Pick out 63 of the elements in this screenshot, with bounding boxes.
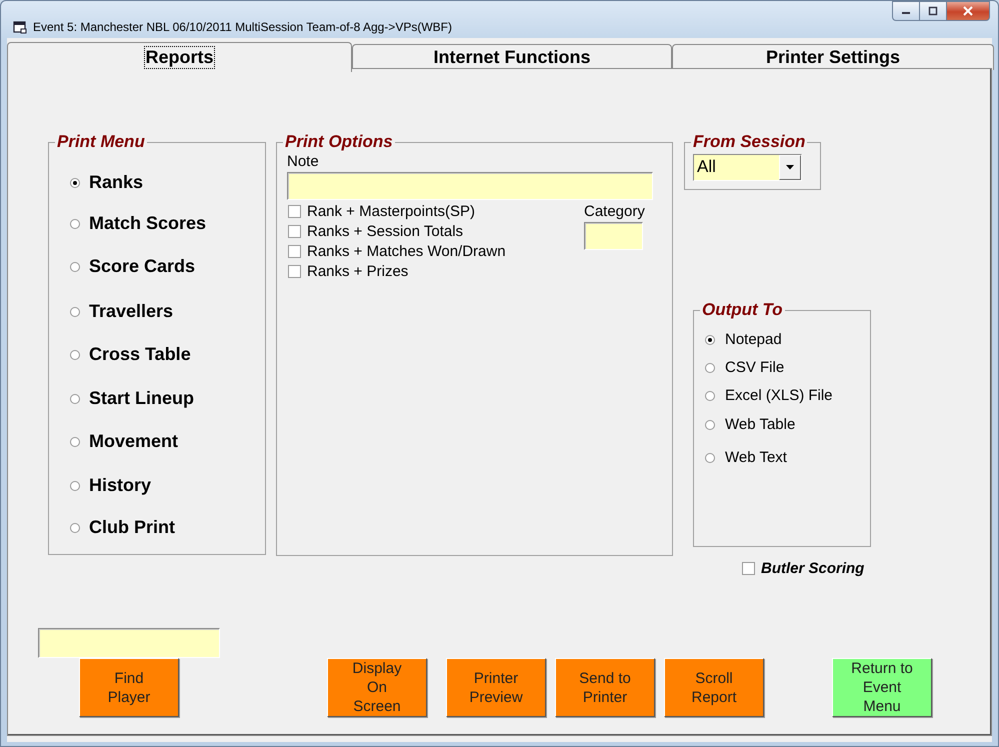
radio-button[interactable] [705,390,715,400]
radio-button[interactable] [70,178,80,188]
window-title: Event 5: Manchester NBL 06/10/2011 MultiSession Team-of-8 Agg->VPs(WBF) [33,20,452,34]
app-icon [13,20,27,34]
category-label: Category [584,203,645,220]
action-button[interactable]: Find Player [79,658,179,717]
action-button[interactable]: Display On Screen [327,658,427,717]
radio-button[interactable] [70,436,80,446]
radio-label[interactable]: Cross Table [89,344,191,365]
radio-button[interactable] [70,350,80,360]
checkbox-label[interactable]: Butler Scoring [761,560,864,577]
group-title: Print Options [283,132,395,152]
radio-button[interactable] [70,306,80,316]
session-dropdown[interactable]: All [693,154,802,181]
action-button[interactable]: Send to Printer [555,658,655,717]
radio-button[interactable] [705,334,715,344]
radio-label[interactable]: Web Table [725,416,796,433]
maximize-button[interactable] [919,1,946,21]
radio-button[interactable] [705,362,715,372]
note-field[interactable] [287,172,653,200]
action-button[interactable]: Printer Preview [446,658,546,717]
checkbox[interactable] [742,562,755,575]
group-title: Output To [700,300,785,320]
checkbox-label[interactable]: Rank + Masterpoints(SP) [307,203,475,220]
radio-label[interactable]: Notepad [725,331,782,348]
action-button[interactable]: Scroll Report [664,658,764,717]
radio-label[interactable]: History [89,475,152,496]
radio-label[interactable]: Ranks [89,172,144,193]
radio-button[interactable] [705,420,715,430]
minimize-button[interactable] [892,1,919,21]
radio-button[interactable] [70,262,80,272]
radio-button[interactable] [705,452,715,462]
checkbox[interactable] [288,265,301,278]
tab[interactable]: Reports [7,42,352,72]
close-button[interactable] [946,1,990,21]
radio-button[interactable] [70,218,80,228]
radio-button[interactable] [70,522,80,532]
radio-label[interactable]: Club Print [89,517,175,538]
close-icon [962,6,974,16]
category-field[interactable] [584,222,643,250]
radio-label[interactable]: CSV File [725,359,784,376]
radio-label[interactable]: Web Text [725,449,787,466]
dropdown-arrow-icon[interactable] [786,165,794,170]
note-label: Note [287,153,319,170]
tab[interactable]: Printer Settings [672,44,994,70]
player-search-field[interactable] [38,628,220,658]
radio-label[interactable]: Movement [89,431,178,452]
checkbox[interactable] [288,205,301,218]
radio-label[interactable]: Score Cards [89,256,196,277]
checkbox[interactable] [288,225,301,238]
checkbox-label[interactable]: Ranks + Prizes [307,263,408,280]
radio-label[interactable]: Excel (XLS) File [725,387,833,404]
radio-label[interactable]: Travellers [89,301,174,322]
tab[interactable]: Internet Functions [352,44,672,70]
radio-button[interactable] [70,394,80,404]
radio-button[interactable] [70,480,80,490]
radio-label[interactable]: Match Scores [89,213,206,234]
maximize-icon [928,6,938,16]
action-button[interactable]: Return to Event Menu [832,658,932,717]
radio-label[interactable]: Start Lineup [89,388,194,409]
checkbox[interactable] [288,245,301,258]
checkbox-label[interactable]: Ranks + Session Totals [307,223,464,240]
checkbox-label[interactable]: Ranks + Matches Won/Drawn [307,243,506,260]
